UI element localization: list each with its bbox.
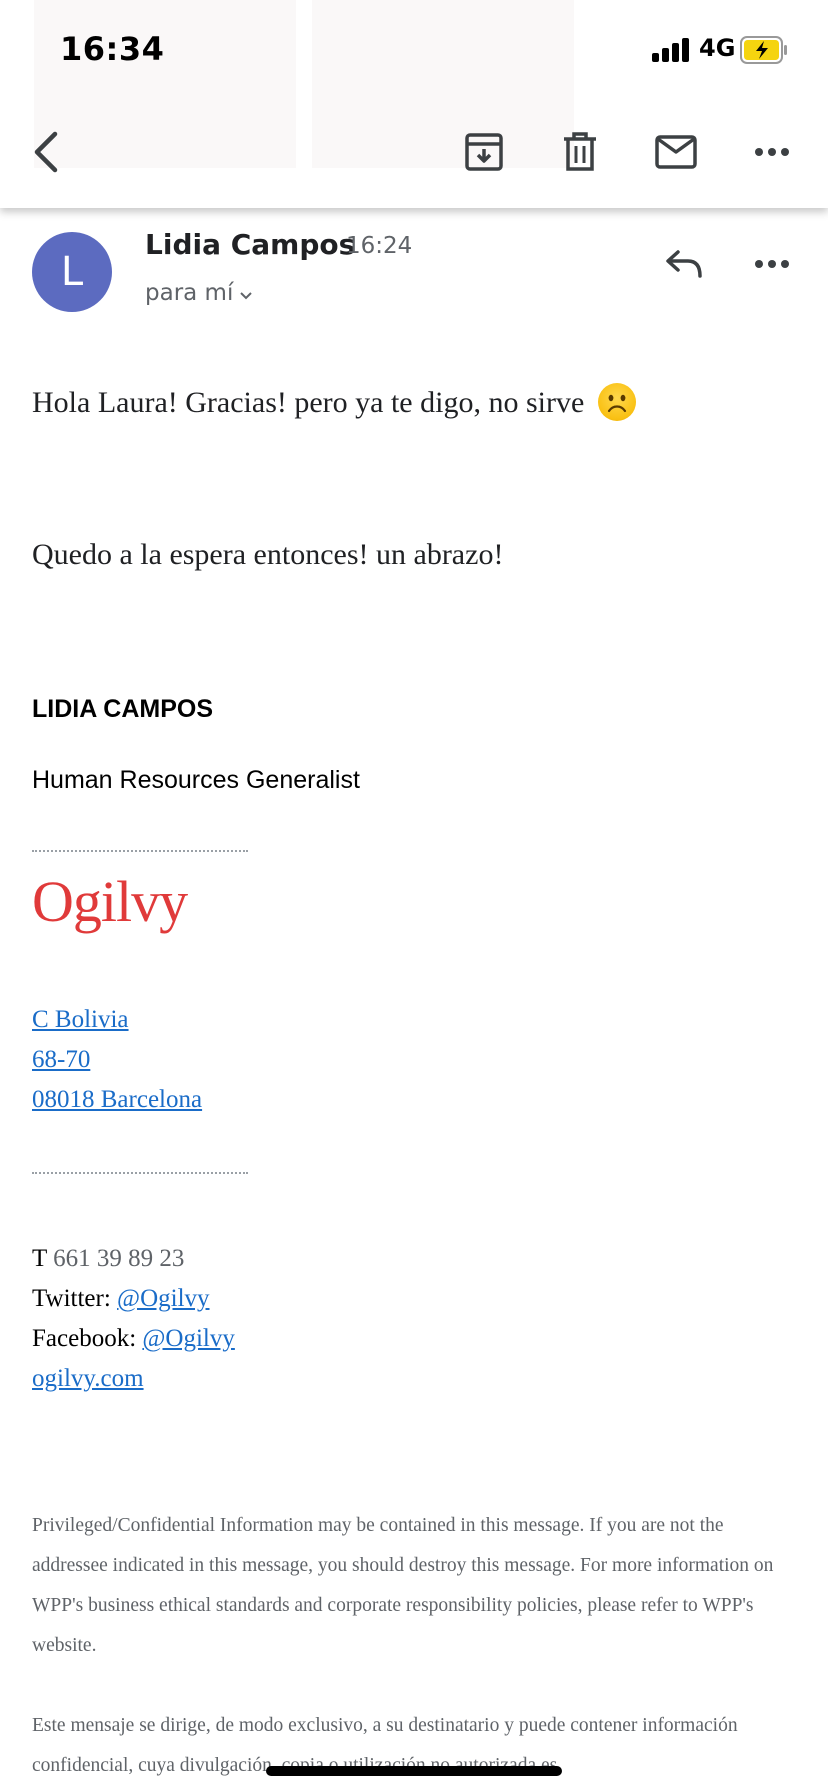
mark-unread-button[interactable] — [648, 124, 704, 180]
address-line-link[interactable]: C Bolivia — [32, 1006, 129, 1034]
facebook-row: Facebook: @Ogilvy — [32, 1325, 235, 1353]
mail-icon — [655, 135, 697, 169]
battery-icon — [740, 36, 787, 64]
reply-button[interactable] — [656, 236, 712, 292]
signal-icon — [652, 38, 692, 62]
background-thumbnail — [312, 0, 574, 168]
message-text: Hola Laura! Gracias! pero ya te digo, no… — [32, 386, 585, 419]
archive-button[interactable] — [456, 124, 512, 180]
sender-name: Lidia Campos — [145, 228, 356, 261]
phone-row: T 661 39 89 23 — [32, 1245, 184, 1273]
status-time: 16:34 — [60, 30, 165, 68]
facebook-label: Facebook: — [32, 1325, 137, 1352]
divider — [32, 1172, 248, 1174]
chevron-left-icon — [34, 131, 58, 173]
more-horizontal-icon — [755, 260, 789, 268]
recipient-details-toggle[interactable]: para mí — [145, 280, 253, 307]
website-link[interactable]: ogilvy.com — [32, 1365, 144, 1392]
signature-role: Human Resources Generalist — [32, 766, 360, 794]
message-more-button[interactable] — [744, 236, 800, 292]
twitter-link[interactable]: @Ogilvy — [117, 1285, 209, 1312]
phone-number[interactable]: 661 39 89 23 — [53, 1245, 184, 1272]
signature-name: LIDIA CAMPOS — [32, 695, 214, 723]
phone-label: T — [32, 1245, 47, 1272]
ogilvy-logo: Ogilvy — [32, 869, 188, 934]
reply-icon — [666, 250, 702, 278]
message-line-2: Quedo a la espera entonces! un abrazo! — [32, 538, 504, 571]
legal-disclaimer-en: Privileged/Confidential Information may … — [32, 1515, 774, 1656]
avatar[interactable]: L — [32, 232, 112, 312]
message-time: 16:24 — [346, 233, 413, 259]
delete-button[interactable] — [552, 124, 608, 180]
archive-icon — [465, 133, 503, 171]
home-indicator[interactable] — [266, 1766, 562, 1776]
more-horizontal-icon — [755, 148, 789, 156]
address-line-link[interactable]: 68-70 — [32, 1046, 90, 1074]
more-options-button[interactable] — [744, 124, 800, 180]
network-type: 4G — [699, 34, 736, 62]
trash-icon — [564, 132, 596, 171]
facebook-link[interactable]: @Ogilvy — [142, 1325, 234, 1352]
website-row: ogilvy.com — [32, 1365, 144, 1393]
app-bar: 16:34 4G — [0, 0, 828, 208]
recipient-label: para mí — [145, 280, 234, 306]
divider — [32, 850, 248, 852]
chevron-down-icon — [239, 281, 253, 307]
address-line-link[interactable]: 08018 Barcelona — [32, 1086, 202, 1114]
twitter-label: Twitter: — [32, 1285, 111, 1312]
message-line-1: Hola Laura! Gracias! pero ya te digo, no… — [32, 383, 636, 424]
twitter-row: Twitter: @Ogilvy — [32, 1285, 210, 1313]
frowning-face-emoji-icon — [597, 383, 636, 422]
back-button[interactable] — [18, 124, 74, 180]
